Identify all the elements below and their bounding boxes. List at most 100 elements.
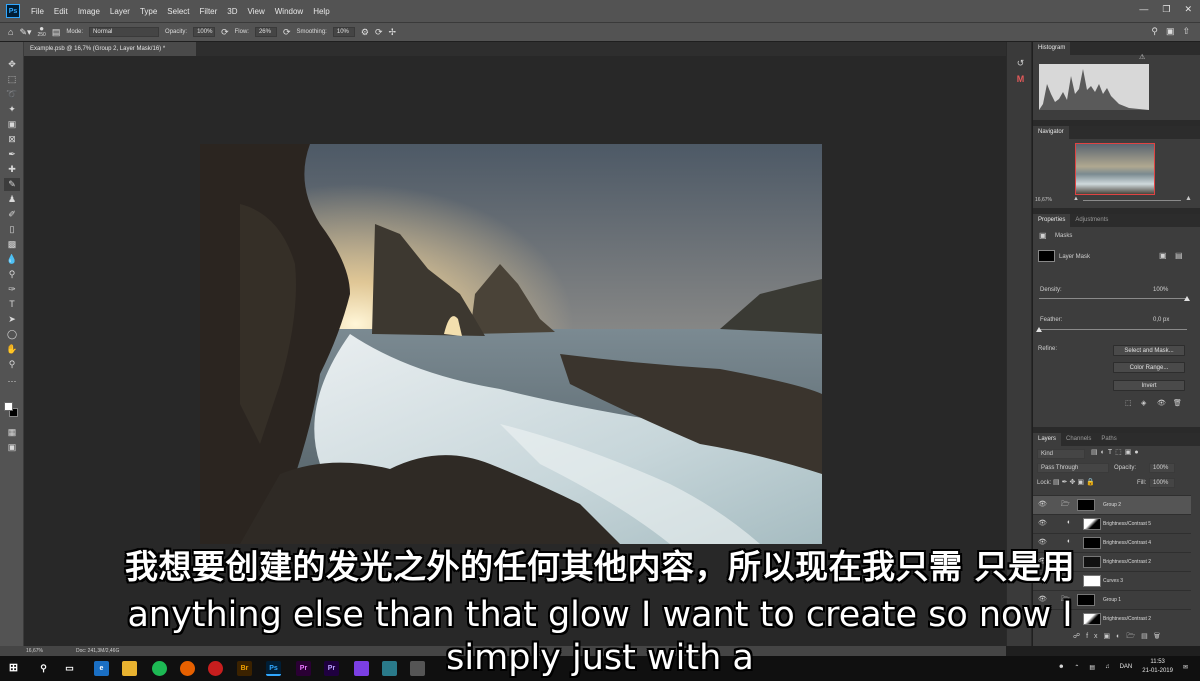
layer-row[interactable]: 👁 🗁 Group 2 — [1033, 495, 1191, 514]
healing-brush-tool-icon[interactable]: ✚ — [4, 163, 20, 176]
menu-view[interactable]: View — [243, 7, 270, 16]
load-selection-icon[interactable]: ⬚ — [1125, 399, 1132, 407]
brush-tool-icon[interactable]: ✎ — [4, 178, 20, 191]
workspace-icon[interactable]: ▣ — [1166, 26, 1175, 37]
zoom-tool-icon[interactable]: ⚲ — [4, 358, 20, 371]
move-tool-icon[interactable]: ✥ — [4, 58, 20, 71]
visibility-eye-icon[interactable]: 👁 — [1038, 519, 1047, 527]
menu-layer[interactable]: Layer — [105, 7, 135, 16]
tab-properties[interactable]: Properties — [1033, 214, 1071, 227]
pixel-mask-icon[interactable]: ▣ — [1159, 251, 1167, 260]
mode-select[interactable]: Normal — [89, 27, 160, 37]
navigator-thumbnail[interactable] — [1075, 143, 1155, 195]
shape-tool-icon[interactable]: ◯ — [4, 328, 20, 341]
history-brush-tool-icon[interactable]: ✐ — [4, 208, 20, 221]
hand-tool-icon[interactable]: ✋ — [4, 343, 20, 356]
navigator-zoom-slider[interactable] — [1083, 200, 1181, 201]
more-tools-icon[interactable]: ⋯ — [4, 375, 20, 388]
share-icon[interactable]: ⇧ — [1182, 26, 1190, 37]
lock-icons[interactable]: ▤✒✥▣🔒 — [1053, 478, 1097, 486]
eraser-tool-icon[interactable]: ▯ — [4, 223, 20, 236]
feather-value[interactable]: 0,0 px — [1153, 317, 1169, 323]
clone-stamp-tool-icon[interactable]: ♟ — [4, 193, 20, 206]
select-and-mask-button[interactable]: Select and Mask... — [1113, 345, 1185, 356]
invert-button[interactable]: Invert — [1113, 380, 1185, 391]
minimize-icon[interactable]: — — [1139, 4, 1148, 15]
marquee-tool-icon[interactable]: ⬚ — [4, 73, 20, 86]
blur-tool-icon[interactable]: 💧 — [4, 253, 20, 266]
home-icon[interactable]: ⌂ — [8, 27, 13, 37]
quick-select-tool-icon[interactable]: ✦ — [4, 103, 20, 116]
layer-filter-icons[interactable]: ▤◐T⬚▣● — [1091, 448, 1142, 456]
brush-tool-icon[interactable]: ✎▾ — [19, 27, 31, 38]
tab-navigator[interactable]: Navigator — [1033, 126, 1069, 139]
path-selection-tool-icon[interactable]: ➤ — [4, 313, 20, 326]
smoothing-input[interactable]: 10% — [332, 27, 355, 37]
color-range-button[interactable]: Color Range... — [1113, 362, 1185, 373]
visibility-icon[interactable]: 👁 — [1157, 399, 1166, 407]
tab-paths[interactable]: Paths — [1096, 433, 1121, 446]
frame-tool-icon[interactable]: ⊠ — [4, 133, 20, 146]
zoom-out-icon[interactable]: ▲ — [1073, 196, 1079, 202]
lasso-tool-icon[interactable]: ➰ — [4, 88, 20, 101]
history-panel-icon[interactable]: ↺ — [1014, 58, 1027, 71]
document-tab[interactable]: Example.psb @ 16,7% (Group 2, Layer Mask… — [24, 42, 196, 56]
density-slider-thumb[interactable] — [1184, 296, 1190, 301]
warning-icon[interactable]: ⚠ — [1139, 53, 1145, 61]
density-slider[interactable] — [1039, 298, 1187, 299]
feather-slider-thumb[interactable] — [1036, 327, 1042, 332]
search-icon[interactable]: ⚲ — [1151, 26, 1158, 37]
menu-window[interactable]: Window — [270, 7, 308, 16]
feather-slider[interactable] — [1039, 329, 1187, 330]
layer-filter-select[interactable]: Kind — [1037, 449, 1085, 459]
tab-histogram[interactable]: Histogram — [1033, 42, 1071, 55]
tab-adjustments[interactable]: Adjustments — [1070, 214, 1113, 227]
layer-mask-thumbnail[interactable] — [1083, 518, 1101, 530]
menu-help[interactable]: Help — [308, 7, 334, 16]
brush-settings-icon[interactable]: ▤ — [52, 27, 61, 38]
dodge-tool-icon[interactable]: ⚲ — [4, 268, 20, 281]
density-value[interactable]: 100% — [1153, 287, 1168, 293]
layer-mask-thumbnail[interactable] — [1077, 499, 1095, 511]
foreground-color-swatch[interactable] — [4, 402, 13, 411]
pen-tool-icon[interactable]: ✑ — [4, 283, 20, 296]
document-image[interactable] — [200, 144, 822, 544]
libraries-panel-icon[interactable]: M — [1014, 74, 1027, 87]
menu-edit[interactable]: Edit — [49, 7, 73, 16]
opacity-input[interactable]: 100% — [193, 27, 216, 37]
restore-icon[interactable]: ❐ — [1162, 4, 1170, 15]
type-tool-icon[interactable]: T — [4, 298, 20, 311]
menu-file[interactable]: File — [26, 7, 49, 16]
airbrush-icon[interactable]: ⟳ — [283, 27, 291, 38]
menu-image[interactable]: Image — [73, 7, 105, 16]
pressure-opacity-icon[interactable]: ⟳ — [221, 27, 229, 38]
gradient-tool-icon[interactable]: ▩ — [4, 238, 20, 251]
vector-mask-icon[interactable]: ▤ — [1175, 251, 1183, 260]
screen-mode-icon[interactable]: ▣ — [4, 441, 20, 454]
menu-filter[interactable]: Filter — [195, 7, 223, 16]
quick-mask-icon[interactable]: ▦ — [4, 426, 20, 439]
menu-select[interactable]: Select — [162, 7, 194, 16]
brush-preset-picker[interactable]: ● 250 — [38, 25, 46, 39]
symmetry-icon[interactable]: ✢ — [388, 27, 396, 38]
layer-mask-thumbnail[interactable] — [1038, 250, 1055, 262]
fill-input[interactable]: 100% — [1149, 478, 1175, 488]
tab-layers[interactable]: Layers — [1033, 433, 1062, 446]
menu-type[interactable]: Type — [135, 7, 162, 16]
tab-channels[interactable]: Channels — [1061, 433, 1096, 446]
layer-opacity-input[interactable]: 100% — [1149, 463, 1175, 473]
navigator-zoom[interactable]: 16,67% — [1035, 197, 1052, 203]
layer-row[interactable]: 👁 ◐ Brightness/Contrast 5 — [1033, 514, 1191, 533]
blend-mode-select[interactable]: Pass Through — [1037, 463, 1109, 473]
close-icon[interactable]: ✕ — [1184, 4, 1192, 15]
visibility-eye-icon[interactable]: 👁 — [1038, 500, 1047, 508]
smoothing-settings-icon[interactable]: ⚙ — [361, 27, 369, 38]
pressure-size-icon[interactable]: ⟳ — [375, 27, 383, 38]
menu-3d[interactable]: 3D — [222, 7, 242, 16]
apply-mask-icon[interactable]: ◈ — [1141, 399, 1146, 407]
crop-tool-icon[interactable]: ▣ — [4, 118, 20, 131]
eyedropper-tool-icon[interactable]: ✒ — [4, 148, 20, 161]
delete-mask-icon[interactable]: 🗑 — [1173, 399, 1182, 407]
zoom-in-icon[interactable]: ▲ — [1185, 195, 1192, 202]
flow-input[interactable]: 26% — [254, 27, 277, 37]
